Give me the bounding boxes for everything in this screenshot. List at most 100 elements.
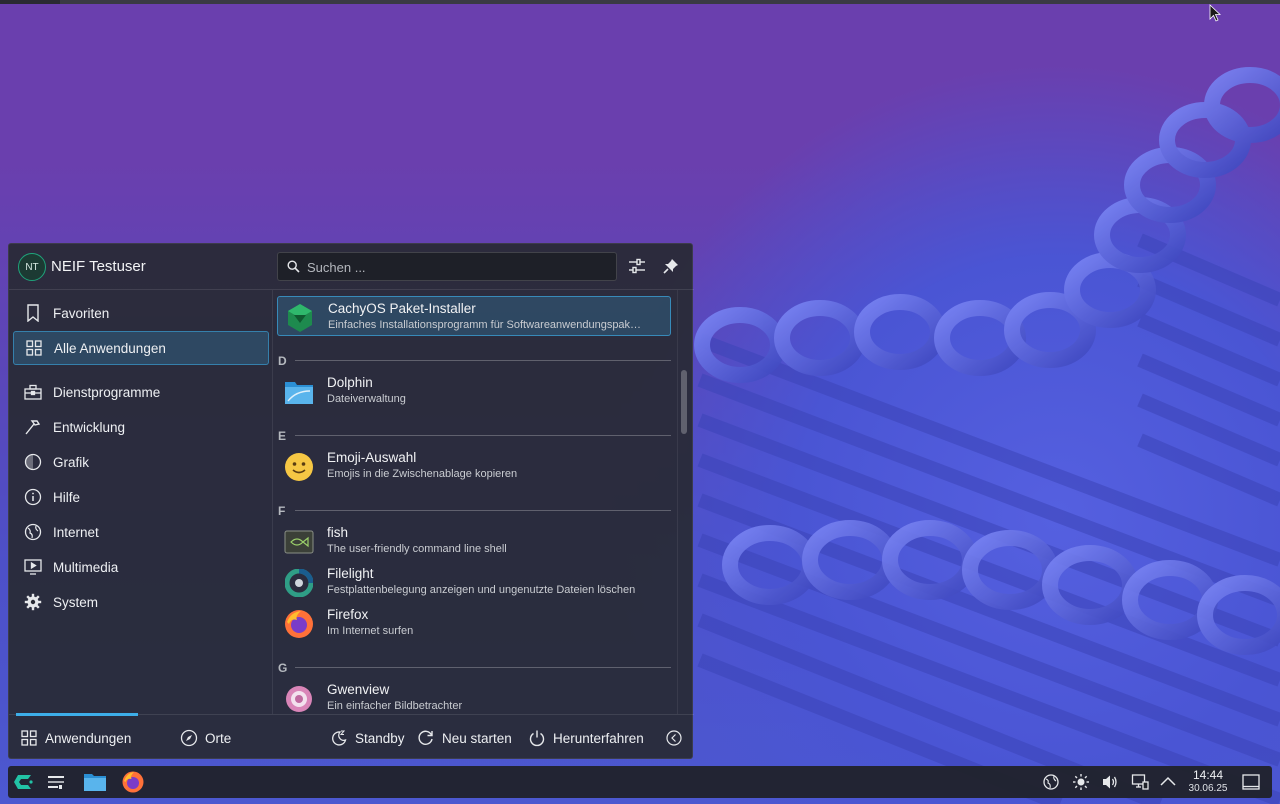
palette-icon xyxy=(21,452,45,472)
sidebar-item-alle-anwendungen[interactable]: Alle Anwendungen xyxy=(13,331,269,365)
sidebar-item-entwicklung[interactable]: Entwicklung xyxy=(13,410,269,444)
app-name: Emoji-Auswahl xyxy=(327,450,417,465)
user-name: NEIF Testuser xyxy=(51,258,146,275)
bookmark-icon xyxy=(21,303,45,323)
restart-button[interactable]: Neu starten xyxy=(416,726,512,750)
dolphin-icon[interactable] xyxy=(82,769,108,795)
section-divider xyxy=(295,435,671,436)
section-divider xyxy=(295,510,671,511)
section-letter: G xyxy=(278,661,288,675)
compass-icon xyxy=(179,728,199,748)
app-description: The user-friendly command line shell xyxy=(327,543,507,555)
firefox-icon[interactable] xyxy=(120,769,146,795)
section-divider xyxy=(295,667,671,668)
search-input[interactable]: Suchen ... xyxy=(277,252,617,281)
app-description: Ein einfacher Bildbetrachter xyxy=(327,700,463,712)
scrollbar-thumb[interactable] xyxy=(681,370,687,434)
app-description: Dateiverwaltung xyxy=(327,393,406,405)
app-item-cachyos-paket-installer[interactable]: CachyOS Paket-Installer Einfaches Instal… xyxy=(277,296,671,336)
app-item-emoji-auswahl[interactable]: Emoji-Auswahl Emojis in die Zwischenabla… xyxy=(277,446,671,486)
section-letter: F xyxy=(278,504,286,518)
clock-date: 30.06.25 xyxy=(1188,783,1228,794)
app-description: Emojis in die Zwischenablage kopieren xyxy=(327,468,518,480)
sidebar-item-dienstprogramme[interactable]: Dienstprogramme xyxy=(13,375,269,409)
sidebar-item-hilfe[interactable]: Hilfe xyxy=(13,480,269,514)
app-item-gwenview[interactable]: Gwenview Ein einfacher Bildbetrachter xyxy=(277,678,671,714)
volume-icon[interactable] xyxy=(1100,772,1120,792)
tab-label: Orte xyxy=(205,730,232,746)
standby-button[interactable]: Standby xyxy=(329,726,405,750)
sidebar-item-internet[interactable]: Internet xyxy=(13,515,269,549)
folder-icon xyxy=(283,376,315,408)
category-sidebar: Favoriten Alle Anwendungen Dienstprogram… xyxy=(9,290,273,714)
app-item-filelight[interactable]: Filelight Festplattenbelegung anzeigen u… xyxy=(277,562,671,602)
app-description: Einfaches Installationsprogramm für Soft… xyxy=(328,319,642,331)
mouse-cursor-icon xyxy=(1209,4,1222,27)
launcher-header: NT NEIF Testuser Suchen ... xyxy=(9,244,694,290)
sidebar-item-multimedia[interactable]: Multimedia xyxy=(13,550,269,584)
gwenview-icon xyxy=(283,683,315,714)
network-globe-icon[interactable] xyxy=(1041,772,1061,792)
grid-icon xyxy=(22,338,46,358)
app-item-firefox[interactable]: Firefox Im Internet surfen xyxy=(277,603,671,643)
app-description: Im Internet surfen xyxy=(327,625,414,637)
launcher-footer: Anwendungen Orte Standby Neu starten Her… xyxy=(9,713,694,760)
sidebar-item-favoriten[interactable]: Favoriten xyxy=(13,296,269,330)
sidebar-item-label: Internet xyxy=(53,524,99,540)
grid-icon xyxy=(19,728,39,748)
brightness-icon[interactable] xyxy=(1071,772,1091,792)
section-divider xyxy=(295,360,671,361)
sidebar-item-label: Hilfe xyxy=(53,489,81,505)
section-letter: D xyxy=(278,354,287,368)
clock[interactable]: 14:44 30.06.25 xyxy=(1184,769,1232,795)
app-item-fish[interactable]: fish The user-friendly command line shel… xyxy=(277,521,671,561)
button-label: Neu starten xyxy=(442,730,512,746)
button-label: Herunterfahren xyxy=(553,730,644,746)
show-desktop-icon[interactable] xyxy=(1241,772,1261,792)
search-placeholder: Suchen ... xyxy=(307,260,366,275)
more-options-button[interactable] xyxy=(664,726,690,750)
restart-icon xyxy=(416,728,436,748)
cachyos-package-installer-icon xyxy=(284,302,316,334)
sidebar-item-label: Multimedia xyxy=(53,559,119,575)
button-label: Standby xyxy=(355,730,405,746)
power-icon xyxy=(527,728,547,748)
sidebar-item-label: Favoriten xyxy=(53,305,110,321)
user-avatar[interactable]: NT xyxy=(18,253,46,281)
emoji-icon xyxy=(283,451,315,483)
monitor-play-icon xyxy=(21,557,45,577)
app-name: Dolphin xyxy=(327,375,373,390)
taskbar: 14:44 30.06.25 xyxy=(8,766,1272,798)
sidebar-item-label: Dienstprogramme xyxy=(53,384,161,400)
chevron-left-circle-icon xyxy=(664,728,684,748)
sidebar-item-label: System xyxy=(53,594,99,610)
fish-terminal-icon xyxy=(283,526,315,558)
tab-anwendungen[interactable]: Anwendungen xyxy=(19,726,131,750)
firefox-icon xyxy=(283,608,315,640)
active-tab-indicator xyxy=(16,713,138,716)
app-description: Festplattenbelegung anzeigen und ungenut… xyxy=(327,584,636,596)
network-wired-icon[interactable] xyxy=(1130,772,1150,792)
tab-orte[interactable]: Orte xyxy=(179,726,231,750)
tab-label: Anwendungen xyxy=(45,730,132,746)
cachyos-menu-icon[interactable] xyxy=(10,769,36,795)
sidebar-item-label: Grafik xyxy=(53,454,90,470)
desktop-overview-icon[interactable] xyxy=(43,769,69,795)
app-name: CachyOS Paket-Installer xyxy=(328,301,476,316)
app-name: Firefox xyxy=(327,607,369,622)
globe-icon xyxy=(21,522,45,542)
pin-icon[interactable] xyxy=(660,255,682,277)
application-launcher: NT NEIF Testuser Suchen ... Favoriten Al… xyxy=(8,243,694,760)
sleep-icon xyxy=(329,728,349,748)
app-name: Gwenview xyxy=(327,682,390,697)
app-name: Filelight xyxy=(327,566,374,581)
filelight-icon xyxy=(283,567,315,599)
expand-tray-icon[interactable] xyxy=(1158,772,1178,792)
sidebar-item-grafik[interactable]: Grafik xyxy=(13,445,269,479)
shutdown-button[interactable]: Herunterfahren xyxy=(527,726,644,750)
configure-sliders-icon[interactable] xyxy=(626,255,648,277)
info-icon xyxy=(21,487,45,507)
sidebar-item-system[interactable]: System xyxy=(13,585,269,619)
clock-time: 14:44 xyxy=(1192,768,1224,782)
app-item-dolphin[interactable]: Dolphin Dateiverwaltung xyxy=(277,371,671,411)
